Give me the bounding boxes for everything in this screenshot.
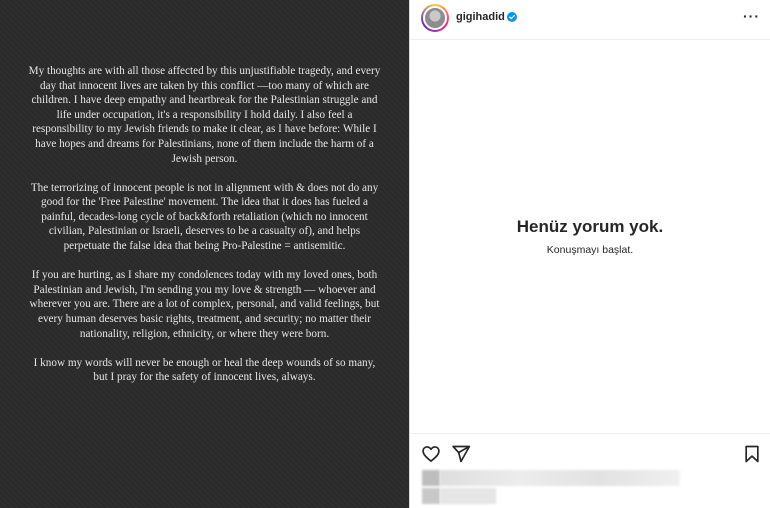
action-bar <box>410 433 770 473</box>
heart-icon[interactable] <box>421 444 441 464</box>
post-paragraph-2: The terrorizing of innocent people is no… <box>30 181 379 253</box>
comments-panel: gigihadid ··· Henüz yorum yok. Konuşmayı… <box>409 0 770 508</box>
post-paragraph-4: I know my words will never be enough or … <box>33 356 376 384</box>
avatar[interactable] <box>421 4 449 32</box>
post-header: gigihadid ··· <box>410 0 770 40</box>
post-image: My thoughts are with all those affected … <box>0 0 409 508</box>
blurred-block <box>440 488 496 504</box>
verified-badge-icon <box>507 12 517 22</box>
more-options-button[interactable]: ··· <box>743 8 760 24</box>
avatar-image <box>423 6 447 30</box>
blurred-block <box>422 470 440 486</box>
post-paragraph-1: My thoughts are with all those affected … <box>28 65 381 165</box>
blurred-block <box>440 470 680 486</box>
likes-row-blurred <box>422 470 680 506</box>
no-comments-title: Henüz yorum yok. <box>516 217 664 236</box>
send-icon[interactable] <box>451 444 471 464</box>
start-conversation-text[interactable]: Konuşmayı başlat. <box>410 244 770 256</box>
post-paragraph-3: If you are hurting, as I share my condol… <box>29 269 380 340</box>
username-link[interactable]: gigihadid <box>456 11 505 23</box>
blurred-block <box>422 488 440 504</box>
bookmark-icon[interactable] <box>742 444 762 464</box>
